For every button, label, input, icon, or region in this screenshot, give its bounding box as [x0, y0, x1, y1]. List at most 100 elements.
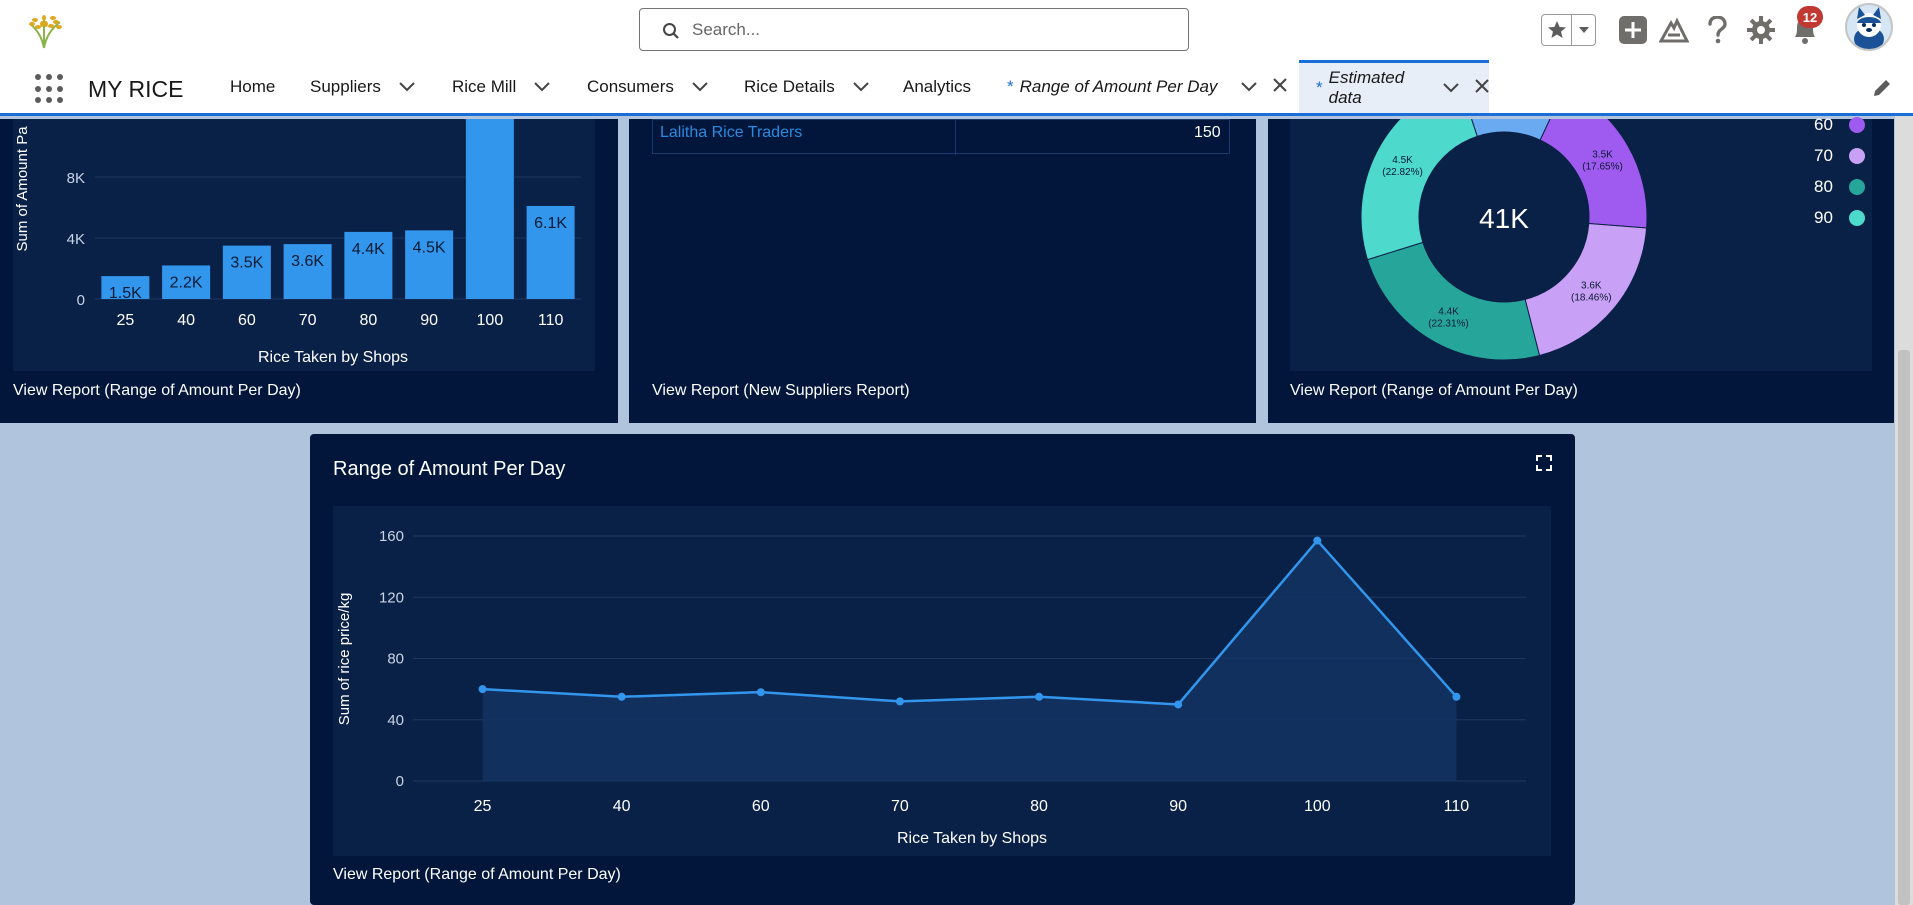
- view-report-link[interactable]: View Report (Range of Amount Per Day): [333, 866, 621, 884]
- x-axis-title: Rice Taken by Shops: [258, 349, 408, 366]
- view-report-link[interactable]: View Report (Range of Amount Per Day): [1290, 382, 1578, 400]
- nav-item-rice-mill[interactable]: Rice Mill: [452, 60, 550, 113]
- legend-item: 70: [1814, 146, 1865, 166]
- avatar[interactable]: [1845, 3, 1893, 51]
- bar-value-label: 6.1K: [534, 215, 567, 232]
- tab-label: Range of Amount Per Day: [1019, 76, 1218, 96]
- legend-item: 80: [1814, 177, 1865, 197]
- nav-item-label: Suppliers: [310, 76, 381, 96]
- y-axis-title: Sum of rice price/kg: [336, 593, 353, 726]
- chevron-down-icon[interactable]: [852, 81, 869, 92]
- legend-swatch: [1848, 179, 1865, 195]
- expand-icon[interactable]: [1536, 455, 1552, 476]
- data-point: [617, 692, 626, 701]
- global-search[interactable]: [639, 8, 1189, 51]
- nav-item-consumers[interactable]: Consumers: [587, 60, 708, 113]
- view-report-link[interactable]: View Report (New Suppliers Report): [652, 382, 910, 400]
- y-axis-title: Sum of Amount Pa: [14, 126, 31, 252]
- donut-slice: [1539, 86, 1648, 229]
- chevron-down-icon[interactable]: [692, 81, 708, 92]
- x-tick-label: 70: [891, 798, 909, 815]
- donut-chart-card: 2.2K(11.16%)3.5K(17.65%)3.6K(18.46%)4.4K…: [1268, 73, 1894, 423]
- unsaved-marker: *: [1316, 78, 1323, 97]
- trailhead-icon[interactable]: [1658, 14, 1690, 46]
- nav-item-suppliers[interactable]: Suppliers: [310, 60, 415, 113]
- slice-value-label: 4.5K: [1392, 155, 1413, 166]
- x-tick-label: 25: [474, 798, 492, 815]
- bar-chart: 0 4K 8K 1.5K 25 2.2K 40 3.5K 60 3.6K 70 4.4K 80 4.5K 9…: [14, 119, 581, 366]
- y-tick-label: 4K: [67, 231, 85, 248]
- nav-item-label: Rice Details: [744, 76, 835, 96]
- gear-icon[interactable]: [1745, 14, 1777, 46]
- nav-item-home[interactable]: Home: [230, 60, 275, 113]
- bar-value-label: 4.4K: [352, 241, 385, 258]
- tab-range-of-amount-per-day[interactable]: * Range of Amount Per Day: [992, 60, 1297, 113]
- scrollbar-thumb[interactable]: [1898, 350, 1910, 905]
- line-chart-area: 0 40 80 120 160 25 40 60 70 80 90 100 110 Rice Taken …: [333, 506, 1551, 856]
- data-point: [1452, 692, 1461, 701]
- nav-item-label: Consumers: [587, 76, 674, 96]
- rice-logo[interactable]: [22, 10, 66, 50]
- x-tick-label: 40: [177, 312, 195, 329]
- star-icon[interactable]: [1542, 15, 1572, 45]
- donut-slice: [1366, 241, 1541, 361]
- slice-value-label: 3.6K: [1581, 280, 1602, 291]
- new-suppliers-card: Lalitha Rice Traders 150 View Report (Ne…: [629, 119, 1256, 423]
- legend-item: 60: [1814, 115, 1865, 135]
- data-point: [756, 688, 765, 697]
- app-name: MY RICE: [88, 76, 184, 102]
- donut-slice: [1360, 80, 1478, 261]
- x-tick-label: 110: [1444, 798, 1470, 815]
- x-tick-label: 60: [752, 798, 770, 815]
- chevron-down-icon[interactable]: [1443, 78, 1459, 98]
- bar-value-label: 2.2K: [170, 274, 203, 291]
- tab-estimated-data[interactable]: * Estimated data: [1299, 60, 1489, 113]
- nav-item-rice-details[interactable]: Rice Details: [744, 60, 869, 113]
- supplier-name-link[interactable]: Lalitha Rice Traders: [660, 124, 802, 142]
- slice-percent-label: (22.31%): [1428, 319, 1469, 330]
- tab-label: Estimated data: [1328, 68, 1405, 107]
- legend-label: 70: [1814, 146, 1833, 165]
- area-fill: [482, 540, 1457, 781]
- data-point: [478, 685, 487, 694]
- help-icon[interactable]: [1701, 14, 1733, 46]
- bar: [222, 245, 271, 299]
- bar-chart-card: 0 4K 8K 1.5K 25 2.2K 40 3.5K 60 3.6K 70 4.4K 80 4.5K 9…: [0, 119, 618, 423]
- bar-value-label: 4.5K: [413, 239, 446, 256]
- card-title: Range of Amount Per Day: [333, 458, 566, 480]
- nav-item-analytics[interactable]: Analytics: [903, 60, 971, 113]
- legend-label: 90: [1814, 208, 1833, 227]
- chevron-down-icon[interactable]: [1241, 77, 1258, 97]
- slice-percent-label: (17.65%): [1582, 162, 1623, 173]
- search-input[interactable]: [692, 18, 1172, 42]
- favorites-button[interactable]: [1541, 14, 1596, 46]
- chevron-down-icon[interactable]: [1572, 15, 1595, 45]
- slice-value-label: 3.5K: [1592, 150, 1613, 161]
- unsaved-marker: *: [1007, 76, 1014, 96]
- line-chart-card: Range of Amount Per Day 0 40 80 120 160 25 40 6…: [310, 434, 1575, 905]
- legend-label: 60: [1814, 115, 1833, 134]
- slice-percent-label: (18.46%): [1571, 292, 1612, 303]
- app-launcher-icon[interactable]: [35, 74, 65, 104]
- chevron-down-icon[interactable]: [399, 81, 415, 92]
- donut-center-total: 41K: [1479, 203, 1529, 234]
- data-point: [895, 697, 904, 706]
- y-tick-label: 0: [77, 292, 85, 309]
- view-report-link[interactable]: View Report (Range of Amount Per Day): [13, 382, 301, 400]
- close-icon[interactable]: [1273, 77, 1288, 97]
- close-icon[interactable]: [1475, 78, 1489, 98]
- donut-chart-area: 2.2K(11.16%)3.5K(17.65%)3.6K(18.46%)4.4K…: [1290, 73, 1872, 371]
- legend-item: 90: [1814, 208, 1865, 228]
- x-tick-label: 110: [538, 312, 564, 329]
- chevron-down-icon[interactable]: [534, 81, 550, 92]
- edit-nav-pencil-icon[interactable]: [1872, 78, 1892, 103]
- x-axis-title: Rice Taken by Shops: [897, 830, 1047, 847]
- y-tick-label: 40: [387, 712, 404, 729]
- y-tick-label: 8K: [67, 170, 85, 187]
- x-tick-label: 25: [116, 312, 134, 329]
- notification-badge: 12: [1797, 6, 1823, 28]
- y-tick-label: 120: [379, 589, 404, 606]
- global-header: 12: [0, 0, 1913, 60]
- add-icon[interactable]: [1617, 14, 1649, 46]
- legend-swatch: [1848, 148, 1865, 164]
